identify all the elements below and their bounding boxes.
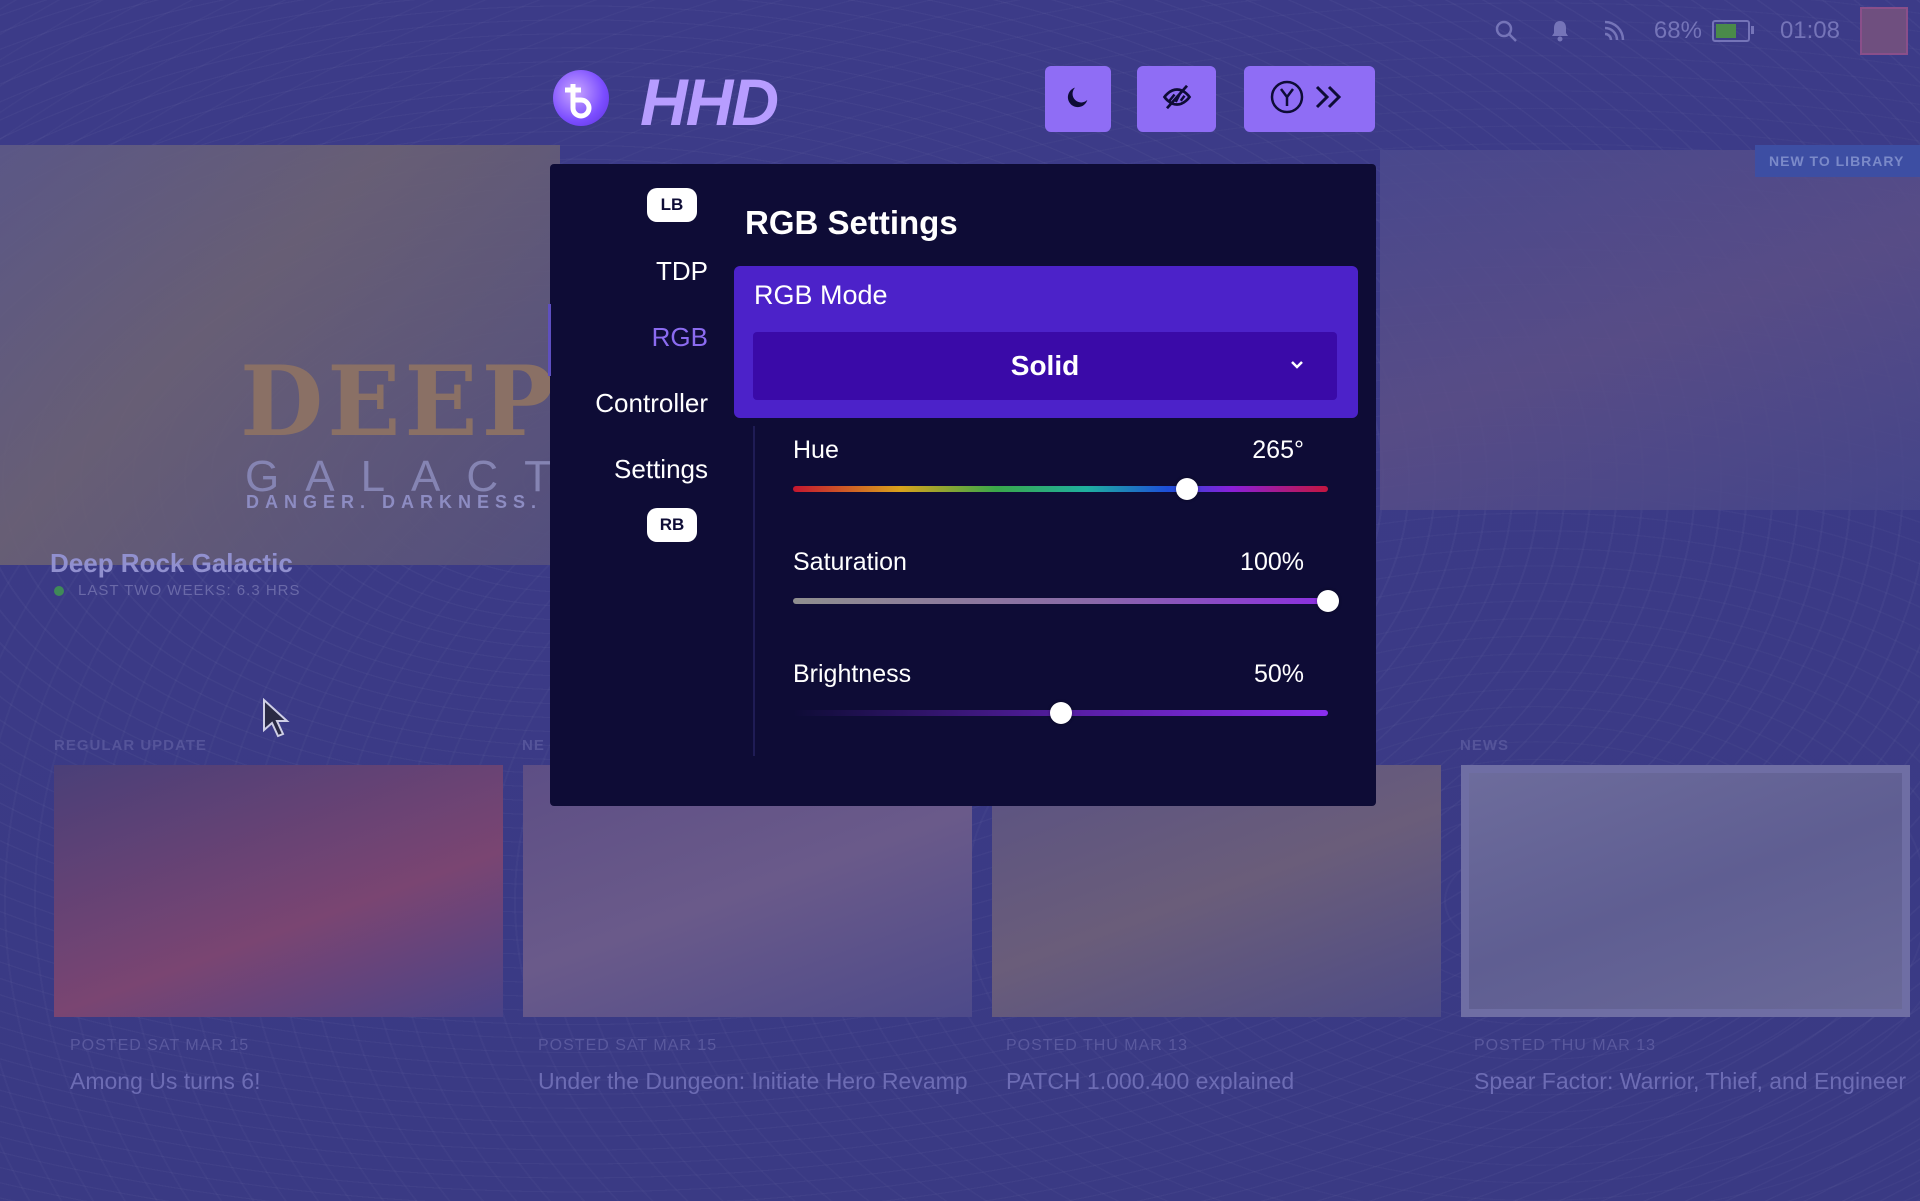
news-card-title[interactable]: Under the Dungeon: Initiate Hero Revamp <box>538 1064 978 1098</box>
new-to-library-art[interactable] <box>1380 150 1920 510</box>
hhd-logo-icon <box>553 70 609 126</box>
news-card-date: POSTED SAT MAR 15 <box>538 1037 718 1054</box>
content-divider <box>753 426 755 756</box>
news-card-title[interactable]: PATCH 1.000.400 explained <box>1006 1064 1446 1098</box>
nav-item-settings[interactable]: Settings <box>614 454 708 485</box>
clock: 01:08 <box>1779 17 1840 44</box>
battery-percent: 68% <box>1653 17 1702 44</box>
battery-fill <box>1715 24 1737 38</box>
featured-playtime: LAST TWO WEEKS: 6.3 HRS <box>78 582 301 599</box>
news-card-title[interactable]: Among Us turns 6! <box>70 1064 510 1098</box>
hue-value: 265° <box>1252 436 1304 464</box>
news-card-image[interactable] <box>1461 765 1910 1017</box>
chevron-down-icon <box>1287 354 1307 374</box>
card-section-label: REGULAR UPDATE <box>54 737 207 754</box>
brightness-slider-thumb[interactable] <box>1049 702 1072 724</box>
moon-icon <box>1064 83 1092 116</box>
eye-off-icon <box>1162 82 1192 117</box>
news-card-title[interactable]: Spear Factor: Warrior, Thief, and Engine… <box>1474 1064 1914 1098</box>
brightness-label: Brightness <box>793 660 912 688</box>
lb-badge[interactable]: LB <box>647 188 697 222</box>
y-skip-button[interactable] <box>1244 66 1375 132</box>
nav-item-tdp[interactable]: TDP <box>656 256 708 287</box>
card-section-label: NEWS <box>1460 737 1509 754</box>
news-card-date: POSTED THU MAR 13 <box>1474 1037 1657 1054</box>
news-card-date: POSTED SAT MAR 15 <box>70 1037 250 1054</box>
hue-label: Hue <box>793 436 839 464</box>
bell-icon[interactable] <box>1546 17 1574 45</box>
nav-item-controller[interactable]: Controller <box>595 388 708 419</box>
saturation-slider-track[interactable] <box>793 598 1328 604</box>
new-to-library-label: NEW TO LIBRARY <box>1755 145 1920 177</box>
saturation-label: Saturation <box>793 548 907 576</box>
rgb-mode-value: Solid <box>1010 350 1080 381</box>
rgb-mode-select[interactable]: Solid <box>753 332 1337 400</box>
card-section-label: NE <box>522 737 545 754</box>
wifi-icon <box>1600 17 1628 45</box>
playtime-dot-icon <box>54 586 64 596</box>
battery-icon <box>1711 20 1754 42</box>
hhd-wordmark: HHD <box>640 65 779 139</box>
rb-badge[interactable]: RB <box>647 508 697 542</box>
status-bar: 68% 01:08 <box>1492 7 1920 55</box>
rgb-mode-group: RGB Mode Solid <box>734 266 1358 418</box>
y-button-skip-icon <box>1265 77 1355 122</box>
saturation-value: 100% <box>1240 548 1304 576</box>
featured-game-name[interactable]: Deep Rock Galactic <box>50 548 293 579</box>
news-card-image[interactable] <box>54 765 503 1017</box>
sleep-button[interactable] <box>1045 66 1111 132</box>
avatar[interactable] <box>1860 7 1908 55</box>
mouse-cursor-icon <box>262 697 290 743</box>
nav-active-marker <box>548 304 551 376</box>
search-icon[interactable] <box>1492 17 1520 45</box>
hide-overlay-button[interactable] <box>1137 66 1216 132</box>
hue-slider-track[interactable] <box>793 486 1328 492</box>
hue-slider-thumb[interactable] <box>1175 478 1198 500</box>
rgb-settings-panel: LB TDP RGB Controller Settings RB RGB Se… <box>548 164 1376 806</box>
brightness-value: 50% <box>1253 660 1304 688</box>
featured-tagline: DANGER. DARKNESS. <box>246 492 543 512</box>
page-title: RGB Settings <box>745 204 958 241</box>
news-card-date: POSTED THU MAR 13 <box>1006 1037 1189 1054</box>
rgb-mode-label: RGB Mode <box>754 280 888 310</box>
saturation-slider-thumb[interactable] <box>1317 590 1339 612</box>
nav-item-rgb[interactable]: RGB <box>652 322 708 353</box>
panel-nav: LB TDP RGB Controller Settings RB <box>548 164 708 806</box>
